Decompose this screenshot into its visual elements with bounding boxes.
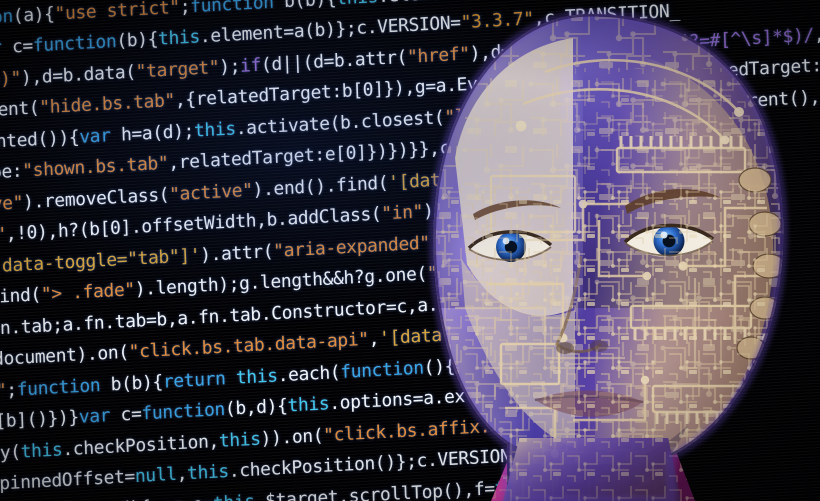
code-token: g=d.find(	[585, 218, 691, 245]
code-token: (a){	[12, 3, 55, 27]
code-token: ,!0),e&&e()}	[429, 225, 556, 254]
code-token: function	[16, 375, 101, 401]
code-token: e")||!!d.find(	[0, 284, 42, 314]
code-token: /.*(?=#[^\s]*$)/	[646, 24, 815, 55]
code-token: this	[235, 365, 279, 389]
code-token: function	[189, 0, 275, 17]
code-token: "href"	[406, 43, 470, 68]
code-token: this	[193, 118, 237, 142]
code-token: var	[78, 405, 111, 428]
code-token: d=a(	[486, 351, 539, 375]
code-token: null	[134, 464, 177, 488]
code-token: ),f=a.Event(	[0, 98, 40, 126]
code-token: )};a(document).on(	[0, 342, 130, 374]
code-token: ,e)	[597, 315, 630, 338]
code-token: "use strict"	[54, 0, 181, 25]
code-token: "hide.bs.tab"	[38, 90, 176, 119]
code-token: ),c),	[485, 102, 539, 126]
code-token: this	[20, 439, 63, 463]
code-token: "> .fade"	[40, 279, 136, 306]
code-token: ).end().find(	[252, 172, 389, 201]
code-token: "target"	[135, 57, 220, 83]
code-token: fun	[658, 125, 691, 148]
code-token: this	[213, 491, 255, 501]
code-token: ,c.TRANSITION_	[533, 1, 681, 30]
code-token: c=	[1, 36, 34, 59]
code-token: function	[0, 6, 14, 31]
code-token: ,f)	[603, 252, 636, 275]
screenshot-stage: ),+function(a){"use strict";function b(b…	[0, 0, 820, 501]
code-token: "in"	[380, 201, 424, 225]
code-token: aultPrevented()){	[0, 127, 80, 158]
code-token: ;	[6, 379, 18, 401]
code-background: ),+function(a){"use strict";function b(b…	[0, 0, 820, 501]
code-token: "aria-e	[679, 152, 754, 178]
code-token: this	[186, 461, 230, 485]
code-token: this	[157, 27, 201, 50]
code-token: ,	[176, 463, 188, 485]
code-token: function	[141, 399, 226, 425]
code-token: "3.3.7"	[460, 8, 535, 34]
code-token: function	[339, 357, 425, 383]
code-token: )):b.removeClass(	[422, 192, 601, 223]
code-token: ,	[583, 410, 595, 432]
code-token: var	[78, 125, 111, 148]
code-token: "show.bs.tab"	[518, 64, 656, 93]
code-token: (){	[423, 355, 456, 379]
code-token: "li"	[444, 105, 487, 128]
code-token: .checkPosition,	[62, 431, 220, 460]
code-token: ",a.proxy(	[0, 441, 21, 468]
code-token: rigger({type:	[0, 161, 23, 190]
code-token: "shown.bs.tab"	[21, 153, 169, 182]
code-token: (b,d){	[224, 396, 288, 420]
code-token: .$element	[536, 471, 631, 497]
code-token: ),b.	[662, 186, 706, 210]
code-token: (a,b,c,d){	[46, 497, 151, 501]
code-token: h=a(d);	[110, 120, 195, 146]
code-token: )).on(	[260, 425, 324, 450]
code-token: if	[239, 54, 262, 77]
code-token: this	[218, 428, 261, 452]
code-token: this	[538, 349, 581, 372]
code-token: ;	[179, 0, 191, 18]
code-token: )	[579, 348, 592, 370]
code-token: .pinnedOffset=	[0, 466, 136, 496]
code-token: this	[287, 393, 330, 417]
code-token: ).removeClass(	[22, 184, 170, 213]
code-token: "3.3.7"	[520, 441, 595, 467]
code-token: ),d=d&&d.replace(	[469, 34, 648, 65]
code-token: this	[494, 476, 537, 499]
code-token: function	[32, 31, 117, 57]
code-token: "active"	[168, 179, 253, 205]
code-token: ,	[813, 24, 820, 46]
code-token: ,{relatedTarget:e[0	[654, 54, 820, 86]
code-token: return	[162, 368, 226, 393]
code-token: this	[336, 0, 378, 9]
code-token: var	[454, 354, 487, 377]
code-token: b(b){	[99, 371, 164, 396]
code-token: e=	[181, 494, 214, 501]
code-token: ),d=b.data(	[20, 61, 137, 89]
code-token: (d||(d=b.attr(	[260, 47, 408, 76]
code-token: "bsTransitionEnd"	[426, 254, 605, 285]
code-token: "fade"	[600, 188, 664, 213]
code-token: .each(	[277, 362, 341, 386]
code-token: "aria-expanded"	[272, 232, 431, 262]
code-token: );	[218, 56, 241, 78]
code-token: this	[538, 99, 581, 123]
code-token: pdown-menu)"	[0, 67, 22, 96]
code-token: c=	[109, 404, 142, 427]
code-token: b(b){	[273, 0, 337, 13]
code-token: (b){	[116, 29, 159, 52]
code-token: t > .active"	[0, 192, 24, 218]
code-token: b&&e[b]()})}	[0, 407, 80, 435]
code-token: ).attr(	[606, 156, 681, 182]
code-token: var	[150, 495, 182, 501]
code-token: ).attr(	[199, 241, 274, 266]
code-token: var	[554, 224, 587, 247]
